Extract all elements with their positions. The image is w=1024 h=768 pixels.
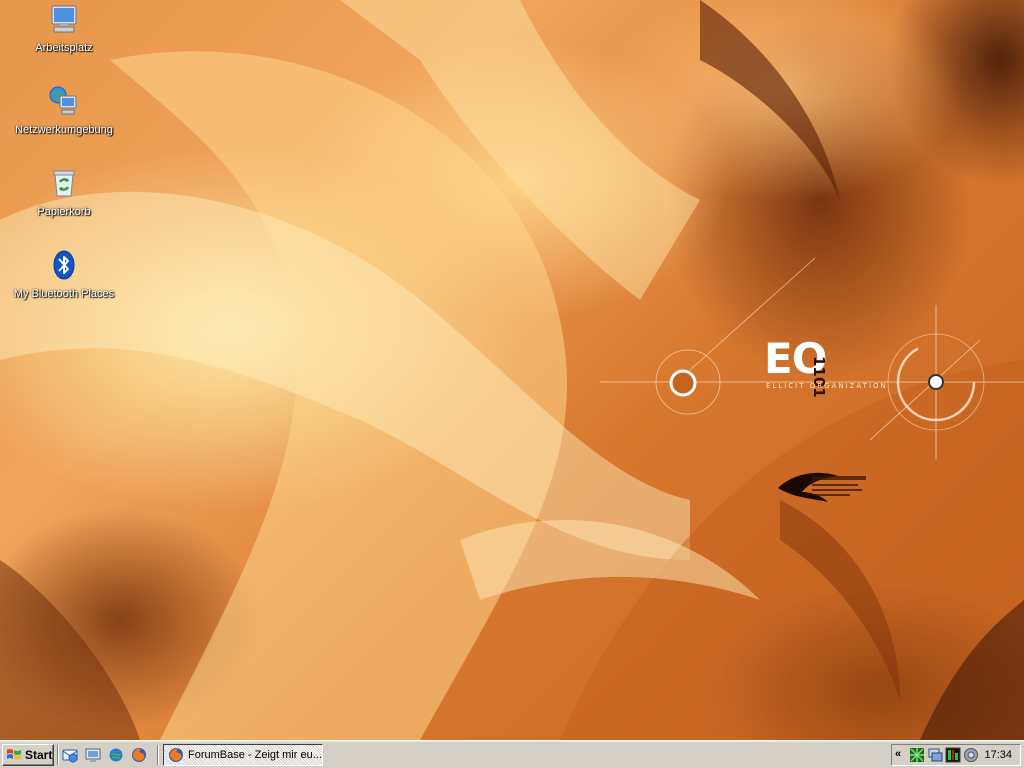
firefox-icon[interactable] [131, 747, 147, 763]
desktop-icon-arbeitsplatz[interactable]: Arbeitsplatz [9, 3, 119, 56]
network-icon[interactable] [909, 747, 925, 763]
outlook-express-icon[interactable] [62, 747, 78, 763]
network-places-icon [49, 86, 77, 115]
cpu-meter-icon[interactable] [945, 747, 961, 763]
desktop-icon-bluetooth-places[interactable]: My Bluetooth Places [9, 249, 119, 302]
task-label: ForumBase - Zeigt mir eu... [188, 749, 322, 761]
system-tray: « 17:34 [891, 744, 1021, 766]
windows-logo-icon [7, 749, 21, 760]
recycle-bin-icon [53, 170, 75, 197]
start-label: Start [25, 748, 53, 762]
tasks-separator [157, 745, 159, 765]
my-computer-icon [51, 5, 77, 33]
internet-explorer-icon[interactable] [108, 747, 124, 763]
taskbar: Start ForumBase - Zeigt mir eu... « 17:3… [0, 740, 1024, 768]
start-button[interactable]: Start [2, 744, 54, 766]
desktop-icon-papierkorb[interactable]: Papierkorb [9, 167, 119, 220]
tray-expand-button[interactable]: « [895, 748, 901, 760]
monitor-icon[interactable] [927, 747, 943, 763]
logo-number: 1101 [810, 356, 828, 398]
show-desktop-icon[interactable] [85, 747, 101, 763]
desktop[interactable]: EO 1101 ELLICIT ORGANIZATION Arbeitsplat… [0, 0, 1024, 740]
desktop-icon-label: My Bluetooth Places [13, 288, 115, 300]
bluetooth-icon [53, 250, 75, 280]
desktop-icon-label: Papierkorb [37, 206, 91, 218]
desktop-icon-label: Netzwerkumgebung [15, 124, 113, 136]
wallpaper [0, 0, 1024, 740]
desktop-icon-netzwerkumgebung[interactable]: Netzwerkumgebung [9, 85, 119, 138]
quick-launch-separator [57, 745, 59, 765]
firefox-icon [169, 748, 183, 762]
logo-subtitle: ELLICIT ORGANIZATION [766, 382, 888, 390]
volume-icon[interactable] [963, 747, 979, 763]
clock[interactable]: 17:34 [984, 749, 1012, 761]
desktop-icon-label: Arbeitsplatz [35, 42, 93, 54]
taskbar-button-firefox[interactable]: ForumBase - Zeigt mir eu... [163, 744, 323, 766]
